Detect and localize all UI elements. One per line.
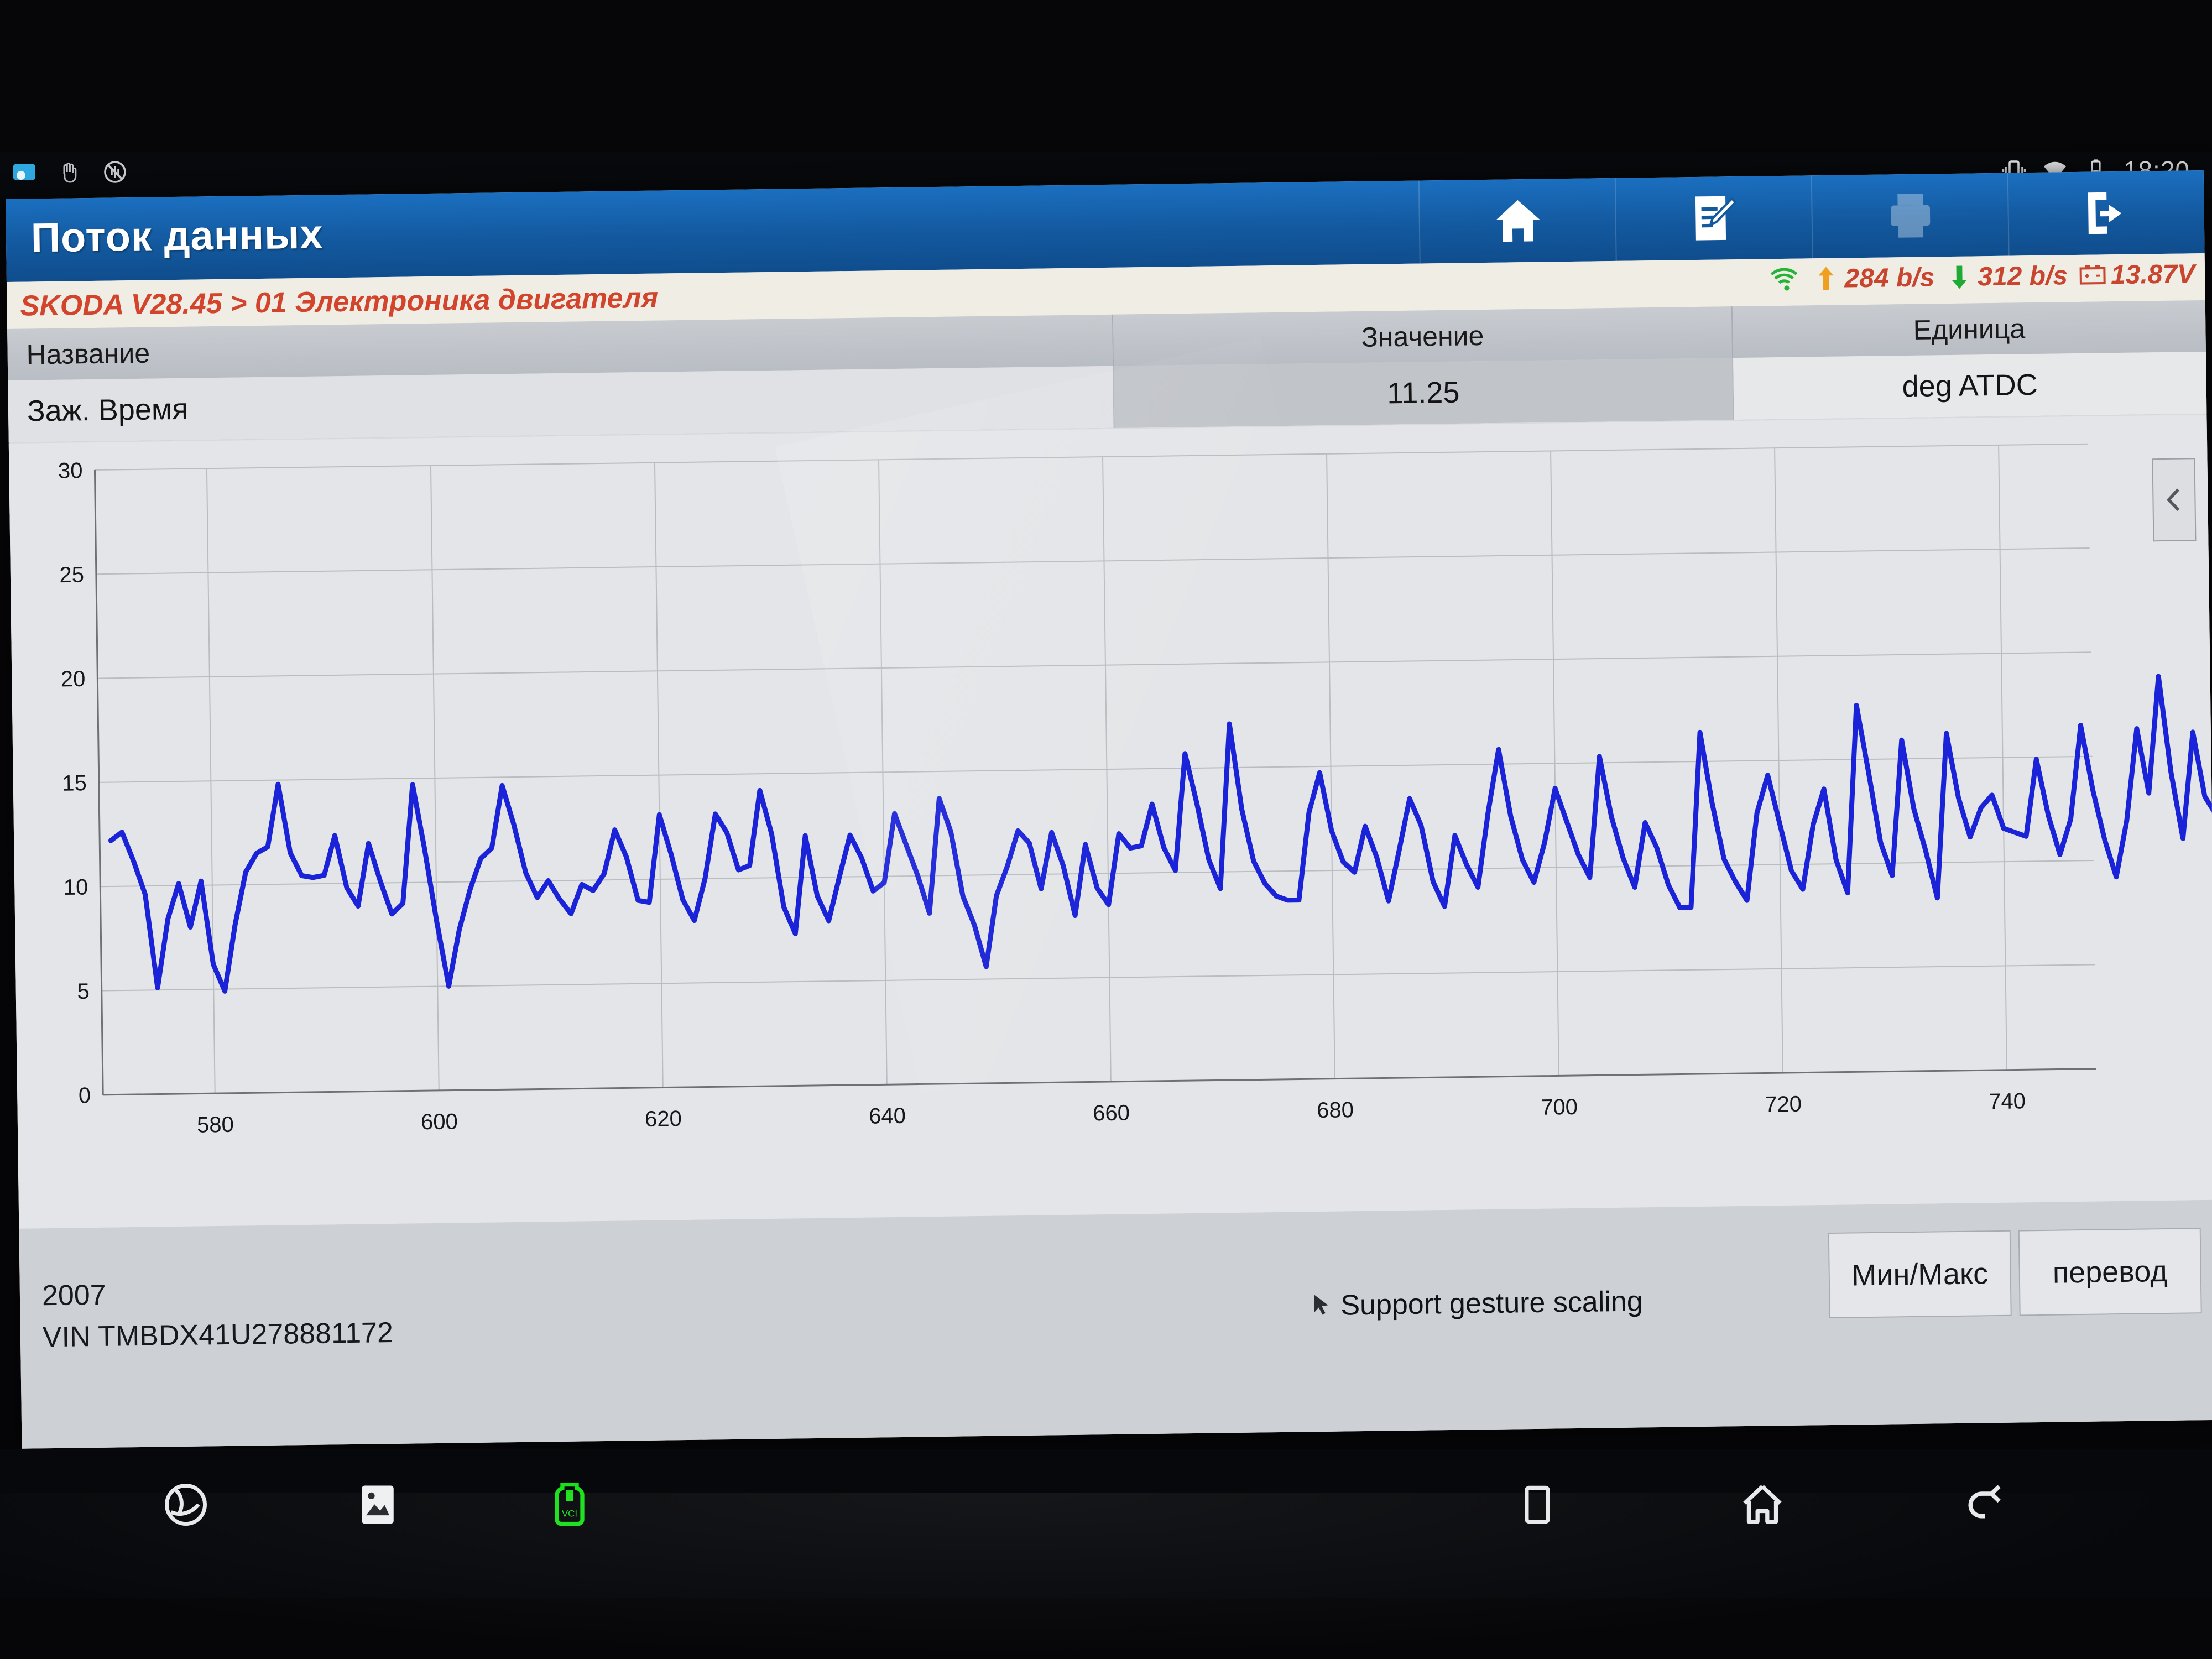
edit-report-icon [1695, 196, 1737, 241]
connection-stats: 284 b/s 312 b/s 13.87V [1767, 258, 2195, 295]
app-screen: Поток данных SKODA V28.45 > 01 Электрони… [6, 170, 2212, 1449]
arrow-up-icon [1818, 267, 1834, 290]
printer-icon [1890, 194, 1930, 238]
svg-text:640: 640 [869, 1104, 906, 1129]
back-icon[interactable] [1962, 1479, 2013, 1530]
vehicle-year: 2007 [41, 1279, 107, 1312]
home-icon [1495, 200, 1540, 242]
arrow-down-icon [1952, 265, 1967, 289]
vehicle-vin: VIN TMBDX41U278881172 [42, 1317, 394, 1354]
svg-text:700: 700 [1541, 1095, 1578, 1120]
svg-text:5: 5 [77, 979, 90, 1004]
svg-text:720: 720 [1765, 1092, 1802, 1117]
breadcrumb: SKODA V28.45 > 01 Электроника двигателя [20, 281, 659, 322]
svg-text:30: 30 [58, 458, 83, 483]
recents-icon[interactable] [1512, 1479, 1563, 1530]
gesture-hint-text: Support gesture scaling [1340, 1285, 1644, 1322]
nav-right-icons [1512, 1479, 2013, 1530]
cell-parameter-value: 11.25 [1114, 358, 1734, 428]
android-navigation-bar: VCI [0, 1449, 2212, 1598]
chart-svg: 0 5 10 15 20 25 30 580 600 620 640 660 680 700 720 740 [58, 443, 2212, 1138]
svg-text:25: 25 [59, 563, 84, 588]
browser-icon[interactable] [160, 1479, 211, 1530]
svg-text:740: 740 [1989, 1089, 2026, 1114]
svg-text:10: 10 [64, 875, 88, 900]
gesture-hint: Support gesture scaling [1308, 1285, 1643, 1322]
voltage-stat: 13.87V [2078, 258, 2195, 291]
svg-text:660: 660 [1093, 1101, 1130, 1126]
wifi-signal-icon [1770, 268, 1798, 291]
upload-stat: 284 b/s [1811, 261, 1935, 295]
report-button[interactable] [1614, 175, 1812, 261]
home-button[interactable] [1418, 178, 1616, 264]
home-icon[interactable] [1737, 1479, 1788, 1530]
download-stat: 312 b/s [1944, 259, 2068, 293]
svg-text:VCI: VCI [562, 1508, 577, 1519]
translate-button[interactable]: перевод [2018, 1228, 2202, 1316]
exit-button[interactable] [2007, 170, 2205, 256]
vci-connector-icon[interactable]: VCI [544, 1479, 595, 1530]
svg-text:15: 15 [62, 771, 87, 796]
datastream-chart[interactable]: 0 5 10 15 20 25 30 580 600 620 640 660 680 700 720 740 [8, 414, 2212, 1229]
vehicle-info: 2007 VIN TMBDX41U278881172 [41, 1271, 394, 1359]
column-header-value[interactable]: Значение [1113, 306, 1734, 366]
chevron-left-icon [2166, 488, 2180, 511]
download-rate: 312 b/s [1977, 260, 2068, 291]
hand-icon [63, 162, 77, 183]
svg-text:580: 580 [197, 1113, 234, 1138]
svg-text:0: 0 [79, 1083, 91, 1108]
car-battery-icon [2079, 265, 2106, 285]
svg-text:620: 620 [645, 1107, 682, 1131]
panel-collapse-tab[interactable] [2152, 458, 2197, 542]
print-button[interactable] [1811, 173, 2008, 259]
status-notification-icons [11, 159, 128, 185]
toolbar [1418, 170, 2205, 264]
column-header-unit[interactable]: Единица [1732, 300, 2206, 358]
footer-buttons: Мин/Макс перевод [1828, 1228, 2202, 1319]
mute-icon [104, 161, 126, 183]
svg-text:680: 680 [1317, 1098, 1354, 1123]
footer-bar: 2007 VIN TMBDX41U278881172 Support gestu… [19, 1199, 2212, 1449]
upload-rate: 284 b/s [1844, 262, 1935, 293]
svg-text:20: 20 [61, 667, 86, 692]
nav-left-icons: VCI [160, 1479, 595, 1530]
screenshot-icon [13, 164, 35, 180]
page-title: Поток данных [30, 211, 324, 261]
svg-text:600: 600 [421, 1109, 458, 1134]
battery-voltage: 13.87V [2110, 259, 2195, 290]
photographed-tablet-screen: 18:20 Поток данных SKODA V28.45 > 01 Эле… [0, 0, 2212, 1659]
gallery-icon[interactable] [352, 1479, 403, 1530]
exit-icon [2088, 192, 2121, 234]
cursor-icon [1314, 1295, 1328, 1315]
cell-parameter-unit: deg ATDC [1733, 351, 2207, 420]
minmax-button[interactable]: Мин/Макс [1828, 1230, 2012, 1319]
